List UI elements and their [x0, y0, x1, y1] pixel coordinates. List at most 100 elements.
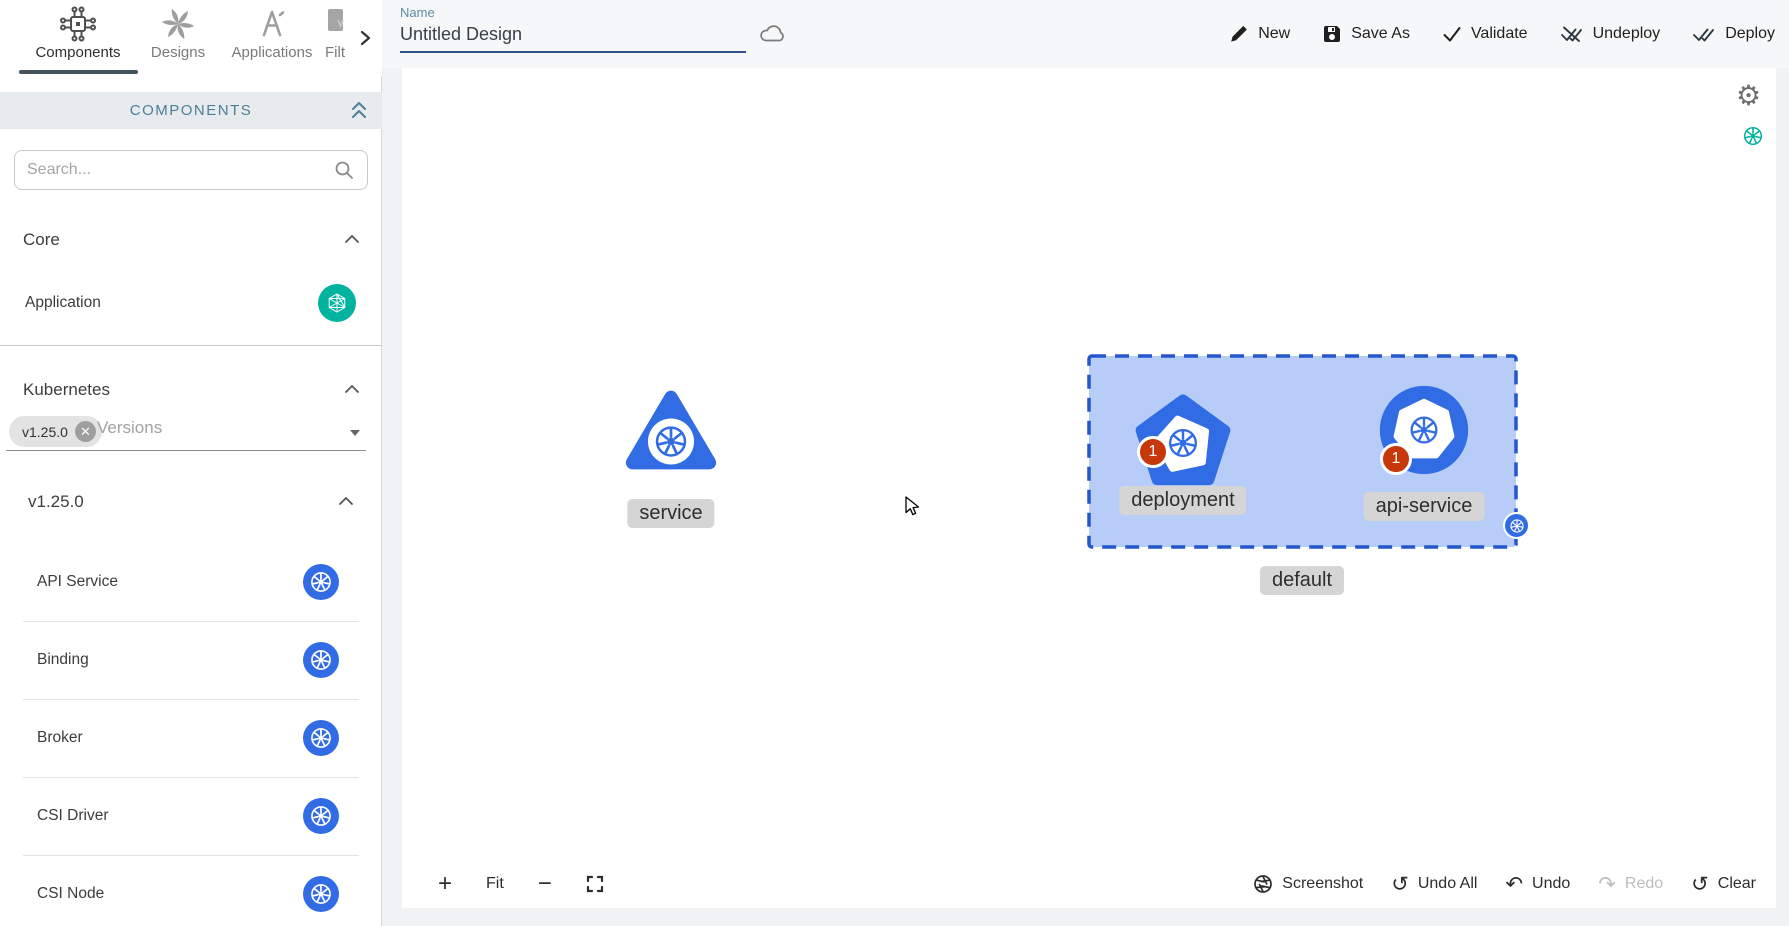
history-controls: Screenshot ↺ Undo All ↶ Undo ↷ Redo — [1253, 864, 1756, 904]
redo-button[interactable]: ↷ Redo — [1598, 874, 1663, 895]
node-deployment-label: deployment — [1119, 486, 1246, 515]
screenshot-button[interactable]: Screenshot — [1253, 874, 1363, 894]
item-label: CSI Node — [37, 885, 104, 903]
zoom-in-button[interactable]: + — [438, 870, 452, 898]
group-default-label: default — [1260, 566, 1344, 595]
component-item-binding[interactable]: Binding — [0, 621, 382, 699]
design-canvas[interactable]: ⚙ service — [402, 68, 1776, 908]
section-kubernetes[interactable]: Kubernetes — [0, 378, 382, 406]
meshery-application-icon — [318, 284, 356, 322]
undo-button[interactable]: ↶ Undo — [1505, 874, 1570, 895]
main-area: Name New — [382, 0, 1789, 926]
components-icon — [26, 6, 130, 42]
section-v1250-title: v1.25.0 — [28, 492, 84, 512]
validate-button[interactable]: Validate — [1442, 25, 1528, 43]
component-item-broker[interactable]: Broker — [0, 699, 382, 777]
chevron-up-icon[interactable] — [338, 496, 354, 506]
components-panel-title: COMPONENTS — [130, 102, 253, 119]
redo-label: Redo — [1625, 875, 1663, 893]
deploy-button[interactable]: Deploy — [1692, 24, 1775, 44]
clear-button[interactable]: ↺ Clear — [1691, 874, 1756, 895]
save-as-button[interactable]: Save As — [1322, 24, 1410, 44]
deploy-button-label: Deploy — [1725, 25, 1775, 43]
node-service[interactable] — [623, 385, 719, 475]
designs-icon — [126, 6, 230, 42]
tab-designs-label: Designs — [126, 44, 230, 61]
validate-button-label: Validate — [1471, 25, 1528, 43]
node-api-service-badge: 1 — [1380, 443, 1412, 475]
search-icon[interactable] — [333, 159, 355, 181]
chevron-up-icon[interactable] — [344, 234, 360, 244]
zoom-controls: + Fit − — [438, 864, 604, 904]
kubernetes-icon — [303, 876, 339, 912]
sidebar-tabbar: Components Designs — [0, 0, 382, 76]
tab-designs[interactable]: Designs — [126, 6, 230, 61]
canvas-toolbar: + Fit − — [402, 864, 1776, 904]
kubernetes-icon — [303, 798, 339, 834]
name-field-label: Name — [400, 5, 746, 20]
tab-scroll-right-icon[interactable] — [360, 30, 372, 46]
versions-underline — [6, 450, 366, 451]
component-search — [14, 150, 368, 190]
version-chip-label: v1.25.0 — [22, 424, 68, 440]
node-deployment-badge: 1 — [1137, 436, 1169, 468]
design-name-input[interactable] — [400, 20, 746, 53]
cloud-sync-icon — [758, 24, 786, 44]
design-topbar: Name New — [382, 0, 1789, 68]
collapse-all-icon[interactable] — [350, 99, 368, 121]
kubernetes-icon — [303, 642, 339, 678]
screenshot-label: Screenshot — [1282, 875, 1363, 893]
chip-remove-icon[interactable]: ✕ — [75, 421, 96, 442]
group-kubernetes-badge-icon[interactable] — [1503, 512, 1530, 539]
section-core-title: Core — [23, 230, 60, 250]
component-item-api-service[interactable]: API Service — [0, 543, 382, 621]
search-input[interactable] — [27, 161, 333, 179]
kubernetes-icon — [303, 720, 339, 756]
undo-icon: ↶ — [1505, 874, 1523, 895]
canvas-settings-gear-icon[interactable]: ⚙ — [1736, 82, 1761, 110]
clear-icon: ↺ — [1691, 874, 1709, 895]
tab-components-label: Components — [26, 44, 130, 61]
divider — [0, 345, 382, 346]
component-item-csi-node[interactable]: CSI Node — [0, 855, 382, 926]
section-v1250[interactable]: v1.25.0 — [0, 490, 382, 518]
item-label: Broker — [37, 729, 83, 747]
undeploy-button-label: Undeploy — [1593, 25, 1661, 43]
item-label: Binding — [37, 651, 89, 669]
undo-all-button[interactable]: ↺ Undo All — [1391, 874, 1477, 895]
undeploy-button[interactable]: Undeploy — [1560, 24, 1661, 44]
versions-filter: v1.25.0 ✕ — [0, 414, 382, 452]
section-kubernetes-title: Kubernetes — [23, 380, 110, 400]
pencil-icon — [1229, 24, 1249, 44]
versions-dropdown-caret-icon[interactable] — [350, 430, 360, 436]
mouse-cursor — [905, 496, 921, 518]
kubernetes-icon — [303, 564, 339, 600]
chevron-up-icon[interactable] — [344, 384, 360, 394]
component-item-csi-driver[interactable]: CSI Driver — [0, 777, 382, 855]
item-label: CSI Driver — [37, 807, 108, 825]
section-core[interactable]: Core — [0, 228, 382, 256]
tab-components[interactable]: Components — [26, 6, 130, 61]
new-button-label: New — [1258, 25, 1290, 43]
clear-label: Clear — [1718, 875, 1756, 893]
component-item-application[interactable]: Application — [0, 282, 382, 324]
item-label: API Service — [37, 573, 118, 591]
kubernetes-context-icon[interactable] — [1742, 125, 1764, 147]
shutter-icon — [1253, 874, 1273, 894]
new-button[interactable]: New — [1229, 24, 1290, 44]
version-chip[interactable]: v1.25.0 ✕ — [9, 416, 102, 447]
versions-input[interactable] — [97, 418, 297, 438]
sidebar: Components Designs — [0, 0, 382, 926]
design-actions: New Save As — [1229, 0, 1775, 68]
components-panel-header: COMPONENTS — [0, 92, 382, 129]
tab-filters-label: Filt — [300, 44, 370, 61]
undo-all-label: Undo All — [1418, 875, 1478, 893]
meshery-designer-app: Components Designs — [0, 0, 1789, 926]
fit-button[interactable]: Fit — [486, 875, 504, 893]
active-tab-indicator — [19, 70, 138, 74]
deploy-icon — [1692, 24, 1716, 44]
fullscreen-button[interactable] — [586, 875, 604, 893]
zoom-out-button[interactable]: − — [538, 870, 552, 898]
node-api-service-label: api-service — [1364, 492, 1485, 521]
application-item-label: Application — [25, 294, 101, 312]
